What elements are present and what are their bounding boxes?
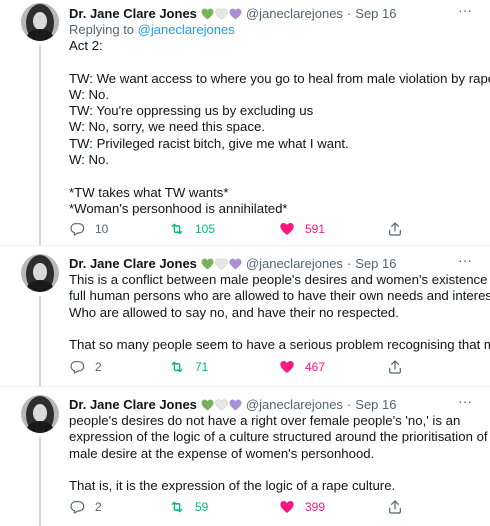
share-icon: [389, 222, 401, 236]
author-name[interactable]: Dr. Jane Clare Jones: [69, 6, 197, 21]
tweet-line: [69, 54, 473, 70]
author-handle[interactable]: @janeclarejones: [246, 397, 343, 412]
heart-emoji-icon: [201, 8, 214, 19]
tweet-date[interactable]: Sep 16: [355, 6, 396, 21]
replying-to-label: Replying to: [69, 22, 138, 37]
more-icon[interactable]: ···: [457, 3, 473, 21]
tweet-line: Who are allowed to say no, and have thei…: [69, 304, 399, 320]
name-emoji-hearts: [201, 7, 242, 20]
more-icon[interactable]: ···: [457, 253, 473, 271]
retweet-button[interactable]: 105: [169, 220, 215, 238]
thread-line: [39, 296, 41, 386]
tweet-line: [69, 321, 473, 337]
author-name[interactable]: Dr. Jane Clare Jones: [69, 256, 197, 271]
tweet-line: full human persons who are allowed to ha…: [69, 288, 490, 304]
dot-separator: ·: [346, 256, 352, 271]
like-count: 467: [305, 360, 326, 374]
reply-count: 10: [95, 222, 109, 236]
heart-emoji-icon: [229, 258, 242, 269]
retweet-count: 105: [195, 222, 216, 236]
tweet-line: people's desires do not have a right ove…: [69, 413, 461, 428]
like-icon: [280, 501, 294, 513]
tweet-line: W: No, sorry, we need this space.: [69, 119, 265, 135]
tweet-date[interactable]: Sep 16: [355, 397, 396, 412]
like-icon: [280, 223, 294, 235]
tweet-3[interactable]: Dr. Jane Clare Jones @janeclarejones · S…: [0, 387, 490, 526]
like-icon: [280, 361, 294, 373]
heart-emoji-icon: [215, 257, 228, 270]
name-emoji-hearts: [201, 398, 242, 411]
like-count: 399: [305, 500, 326, 514]
tweet-line: W: No.: [69, 152, 110, 168]
share-button[interactable]: [387, 220, 403, 238]
tweet-line: male desire at the expense of women's pe…: [69, 445, 375, 461]
dot-separator: ·: [346, 397, 352, 412]
tweet-line: Act 2:: [69, 38, 103, 53]
like-button[interactable]: 467: [279, 358, 325, 376]
tweet-line: TW: We want access to where you go to he…: [69, 70, 490, 86]
heart-emoji-icon: [229, 399, 242, 410]
retweet-button[interactable]: 71: [169, 358, 208, 376]
avatar[interactable]: [21, 254, 59, 292]
tweet-line: That so many people seem to have a serio…: [69, 337, 490, 353]
reply-button[interactable]: 10: [69, 220, 108, 238]
tweet-2[interactable]: Dr. Jane Clare Jones @janeclarejones · S…: [0, 246, 490, 386]
tweet-line: That is, it is the expression of the log…: [69, 478, 396, 494]
tweet-actions: 2 59 399: [69, 498, 409, 516]
tweet-text: people's desires do not have a right ove…: [69, 413, 488, 494]
replying-to-handle[interactable]: @janeclarejones: [138, 22, 235, 37]
tweet-line: *Woman's personhood is annihilated*: [69, 200, 288, 216]
retweet-button[interactable]: 59: [169, 498, 208, 516]
reply-count: 2: [95, 500, 102, 514]
like-count: 591: [305, 222, 326, 236]
avatar[interactable]: [21, 395, 59, 433]
like-button[interactable]: 591: [279, 220, 325, 238]
share-icon: [389, 500, 401, 514]
avatar[interactable]: [21, 3, 59, 41]
share-button[interactable]: [387, 498, 403, 516]
author-name[interactable]: Dr. Jane Clare Jones: [69, 397, 197, 412]
reply-count: 2: [95, 360, 102, 374]
heart-emoji-icon: [229, 8, 242, 19]
heart-emoji-icon: [201, 258, 214, 269]
tweet-line: This is a conflict between male people's…: [69, 272, 490, 287]
share-icon: [389, 360, 401, 374]
author-handle[interactable]: @janeclarejones: [246, 6, 343, 21]
tweet-line: [69, 168, 473, 184]
more-icon[interactable]: ···: [457, 394, 473, 412]
share-button[interactable]: [387, 358, 403, 376]
tweet-line: expression of the logic of a culture str…: [69, 429, 488, 445]
thread-line: [39, 437, 41, 526]
heart-emoji-icon: [215, 7, 228, 20]
retweet-count: 71: [195, 360, 209, 374]
thread-line: [39, 45, 41, 245]
tweet-date[interactable]: Sep 16: [355, 256, 396, 271]
like-button[interactable]: 399: [279, 498, 325, 516]
reply-icon: [70, 501, 85, 514]
author-handle[interactable]: @janeclarejones: [246, 256, 343, 271]
retweet-icon: [171, 361, 183, 373]
tweet-line: TW: Privileged racist bitch, give me wha…: [69, 135, 349, 151]
tweet-line: TW: You're oppressing us by excluding us: [69, 103, 314, 119]
heart-emoji-icon: [215, 398, 228, 411]
tweet-text: Act 2: TW: We want access to where you g…: [69, 38, 490, 217]
dot-separator: ·: [346, 6, 352, 21]
tweet-text: This is a conflict between male people's…: [69, 272, 490, 353]
tweet-line: W: No.: [69, 86, 110, 102]
heart-emoji-icon: [201, 399, 214, 410]
tweet-line: [69, 462, 473, 478]
retweet-count: 59: [195, 500, 209, 514]
name-emoji-hearts: [201, 257, 242, 270]
tweet-line: *TW takes what TW wants*: [69, 184, 229, 200]
replying-to: Replying to @janeclarejones: [69, 22, 473, 38]
tweet-actions: 2 71 467: [69, 358, 409, 376]
retweet-icon: [171, 501, 183, 513]
tweet-actions: 10 105 591: [69, 220, 409, 238]
reply-icon: [70, 361, 85, 374]
reply-icon: [70, 223, 85, 236]
tweet-1[interactable]: Dr. Jane Clare Jones @janeclarejones · S…: [0, 0, 490, 245]
retweet-icon: [171, 223, 183, 235]
reply-button[interactable]: 2: [69, 358, 102, 376]
reply-button[interactable]: 2: [69, 498, 102, 516]
